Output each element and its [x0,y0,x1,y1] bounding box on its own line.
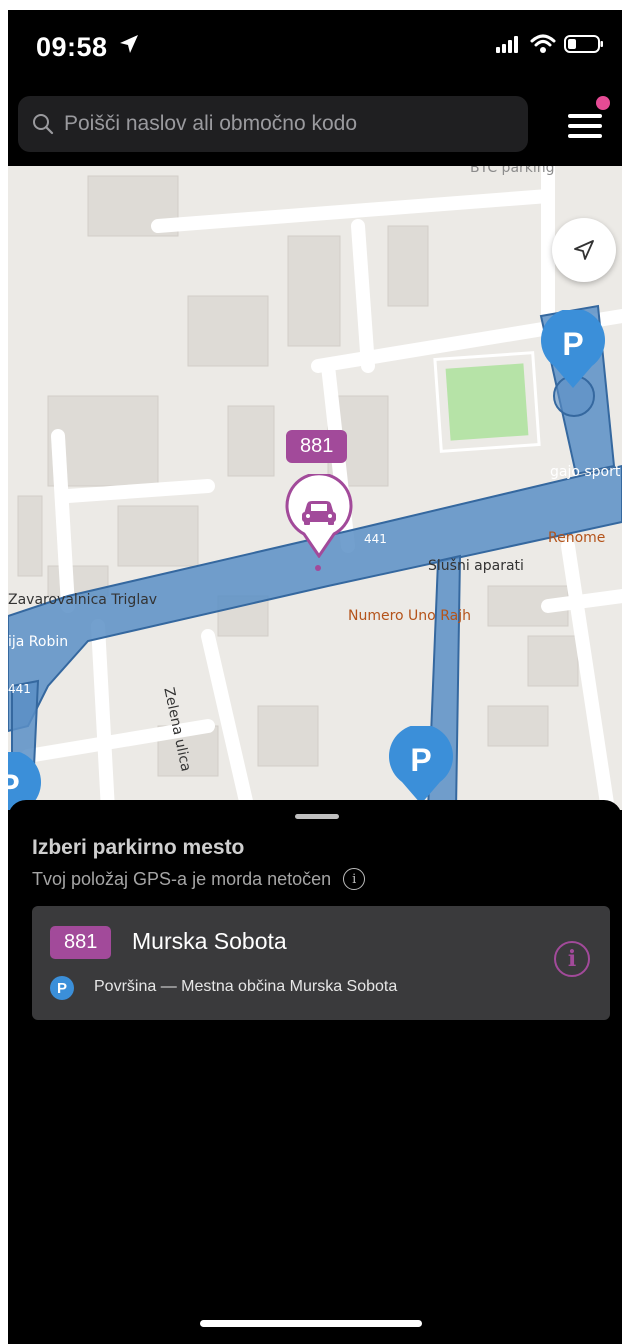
notification-dot [596,96,610,110]
zone-description: Površina — Mestna občina Murska Sobota [94,978,398,995]
svg-text:P: P [8,768,20,804]
wifi-icon [530,34,556,59]
svg-text:P: P [410,742,431,778]
parking-marker-top-right[interactable]: P [538,308,608,395]
search-icon [32,113,54,135]
bottom-sheet: Izberi parkirno mesto Tvoj položaj GPS-a… [8,800,622,1344]
gps-warning: Tvoj položaj GPS-a je morda netočen i [32,868,366,890]
signal-icon [496,35,522,58]
map-label-road-441-left: 441 [8,682,31,696]
zone-info-button[interactable]: i [554,941,590,977]
map-label-btc: BTC parking [470,166,555,176]
parking-zone-card[interactable]: 881 Murska Sobota P Površina — Mestna ob… [32,906,610,1020]
menu-button[interactable] [564,96,610,146]
location-arrow-icon [118,33,140,60]
locate-me-button[interactable] [552,218,616,282]
map-label-slusni: Slušni aparati [428,558,524,574]
status-icons [496,34,604,59]
zone-code-badge: 881 [50,926,112,959]
parking-pin-icon: P [541,308,605,388]
sheet-title: Izberi parkirno mesto [32,836,245,859]
zone-name: Murska Sobota [132,928,287,954]
car-location-pin[interactable] [284,472,354,563]
status-bar: 09:58 [8,10,622,90]
map-view[interactable]: BTC parking gajo sport Renome Slušni apa… [8,166,622,810]
home-indicator[interactable] [200,1320,422,1327]
map-zone-badge[interactable]: 881 [286,430,348,463]
battery-icon [564,34,604,59]
svg-text:P: P [562,326,583,362]
status-time: 09:58 [36,32,108,62]
map-label-renome: Renome [548,530,606,546]
parking-pin-icon: P [389,724,453,804]
map-label-numero: Numero Uno Rajh [348,608,471,624]
map-label-road-441: 441 [364,532,387,546]
map-label-zavarovalnica: Zavarovalnica Triglav [8,592,158,608]
parking-marker-bottom[interactable]: P [386,724,456,810]
navigation-arrow-icon [574,240,594,260]
car-icon [285,472,353,559]
gps-warning-text: Tvoj položaj GPS-a je morda netočen [32,868,332,889]
sheet-drag-handle[interactable] [295,814,339,819]
phone-screen: 09:58 Poišči naslov ali območno kodo BTC… [8,10,622,1344]
search-bar[interactable] [18,96,528,152]
map-label-gajo: gajo sport [550,464,621,480]
map-label-robin: ija Robin [8,634,69,650]
info-icon[interactable]: i [343,868,366,890]
search-input[interactable] [62,111,506,137]
parking-icon: P [50,976,74,1000]
menu-icon [568,114,602,118]
